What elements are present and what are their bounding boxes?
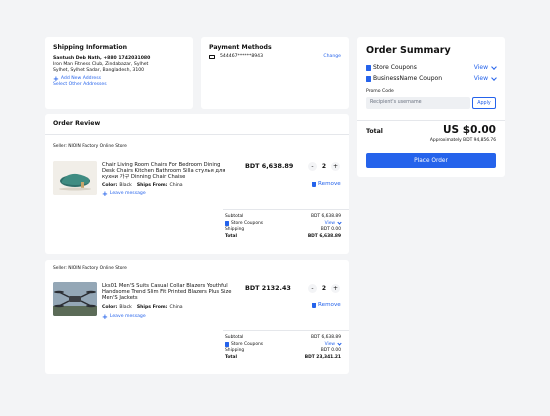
view-store-coupons-button[interactable]: View <box>473 63 497 71</box>
ships-from-value: China <box>169 183 183 188</box>
shipping-address-line2: Sylhet, Sylhet Sadar, Bangladesh, 3100 <box>53 68 145 73</box>
promo-code-label: Promo Code <box>366 89 394 94</box>
total-label: Total <box>366 128 383 135</box>
order-summary-card: Order Summary Store Coupons View Busines… <box>357 37 505 177</box>
divider <box>357 120 505 121</box>
ships-from-label: Ships From: <box>136 183 168 188</box>
subtotal-value: BDT 6,638.89 <box>310 335 341 340</box>
business-coupon-label: BusinessName Coupon <box>373 75 443 82</box>
view-label: View <box>473 64 488 71</box>
promo-code-input[interactable]: Recipient's username <box>366 97 470 109</box>
shipping-label: Shipping <box>225 348 245 354</box>
view-business-coupon-button[interactable]: View <box>473 74 497 82</box>
approx-total: Approximately BDT 94,856.76 <box>429 138 496 143</box>
divider <box>45 134 349 135</box>
total-value: BDT 6,638.89 <box>307 233 341 239</box>
ships-from-value: China <box>169 305 183 310</box>
plus-icon: + <box>102 190 108 198</box>
trash-icon <box>312 181 316 187</box>
payment-title: Payment Methods <box>209 44 272 51</box>
credit-card-icon <box>209 55 215 59</box>
order-summary-title: Order Summary <box>366 45 451 56</box>
total-value: BDT 23,341.21 <box>304 354 341 360</box>
qty-value[interactable]: 2 <box>317 285 331 292</box>
qty-increase-button[interactable]: + <box>331 284 340 293</box>
plus-icon: + <box>102 313 108 321</box>
color-value: Black <box>119 183 132 188</box>
shipping-value: BDT 0.00 <box>320 348 341 354</box>
divider <box>223 209 349 210</box>
shipping-value: BDT 0.00 <box>320 227 341 233</box>
document-icon <box>225 221 229 227</box>
remove-button[interactable]: Remove <box>312 181 341 187</box>
color-label: Color: <box>102 183 118 188</box>
remove-label: Remove <box>318 302 341 308</box>
order-review-title: Order Review <box>53 120 101 127</box>
subtotal-label: Subtotal <box>225 214 244 219</box>
remove-label: Remove <box>318 181 341 187</box>
order-review-card: Order Review Seller: NIOIN Factory Onlin… <box>45 114 349 254</box>
qty-increase-button[interactable]: + <box>331 162 340 171</box>
chevron-down-icon <box>337 341 342 347</box>
card-number: 544467******8943 <box>220 54 264 59</box>
document-icon <box>366 64 371 71</box>
remove-button[interactable]: Remove <box>312 302 341 308</box>
change-payment-link[interactable]: Change <box>323 54 341 60</box>
total-value: US $0.00 <box>443 124 496 136</box>
payment-card: Payment Methods 544467******8943 Change <box>201 37 349 109</box>
product-image[interactable] <box>53 282 97 316</box>
product-price: BDT 2132.43 <box>245 284 291 292</box>
shipping-label: Shipping <box>225 227 245 233</box>
leave-message-link[interactable]: + Leave message <box>102 190 146 198</box>
product-price: BDT 6,638.89 <box>245 162 294 170</box>
chevron-down-icon <box>337 220 342 226</box>
select-other-addresses-link[interactable]: Select Other Addresses <box>53 82 150 88</box>
place-order-button[interactable]: Place Order <box>366 153 496 168</box>
store-coupons-label: Store Coupons <box>373 64 417 71</box>
subtotal-label: Subtotal <box>225 335 244 340</box>
product-title[interactable]: Lks01 Men'S Suits Casual Collar Blazers … <box>102 283 234 302</box>
leave-message-link[interactable]: + Leave message <box>102 313 146 321</box>
ships-from-label: Ships From: <box>136 305 168 310</box>
shipping-title: Shipping Information <box>53 44 128 51</box>
trash-icon <box>312 302 316 308</box>
color-label: Color: <box>102 305 118 310</box>
subtotal-value: BDT 6,638.89 <box>310 214 341 219</box>
seller-name: Seller: NIOIN Factory Online Store <box>53 266 127 271</box>
chevron-down-icon <box>491 63 497 70</box>
qty-value[interactable]: 2 <box>317 163 331 170</box>
document-icon <box>225 342 229 348</box>
color-value: Black <box>119 305 132 310</box>
product-image[interactable] <box>53 161 97 195</box>
chevron-down-icon <box>491 74 497 81</box>
store-order-card: Seller: NIOIN Factory Online Store Lks01… <box>45 260 349 374</box>
view-label: View <box>473 75 488 82</box>
qty-decrease-button[interactable]: - <box>308 284 317 293</box>
qty-decrease-button[interactable]: - <box>308 162 317 171</box>
apply-button[interactable]: Apply <box>472 97 496 109</box>
document-icon <box>366 75 371 82</box>
seller-name: Seller: NIOIN Factory Online Store <box>53 144 127 149</box>
total-label: Total <box>225 233 237 239</box>
product-title[interactable]: Chair Living Room Chairs For Bedroom Din… <box>102 162 234 181</box>
divider <box>223 330 349 331</box>
leave-message-label: Leave message <box>109 314 146 319</box>
shipping-card: Shipping Information Santush Deb Nath, +… <box>45 37 193 109</box>
leave-message-label: Leave message <box>109 191 146 196</box>
total-label: Total <box>225 354 237 360</box>
